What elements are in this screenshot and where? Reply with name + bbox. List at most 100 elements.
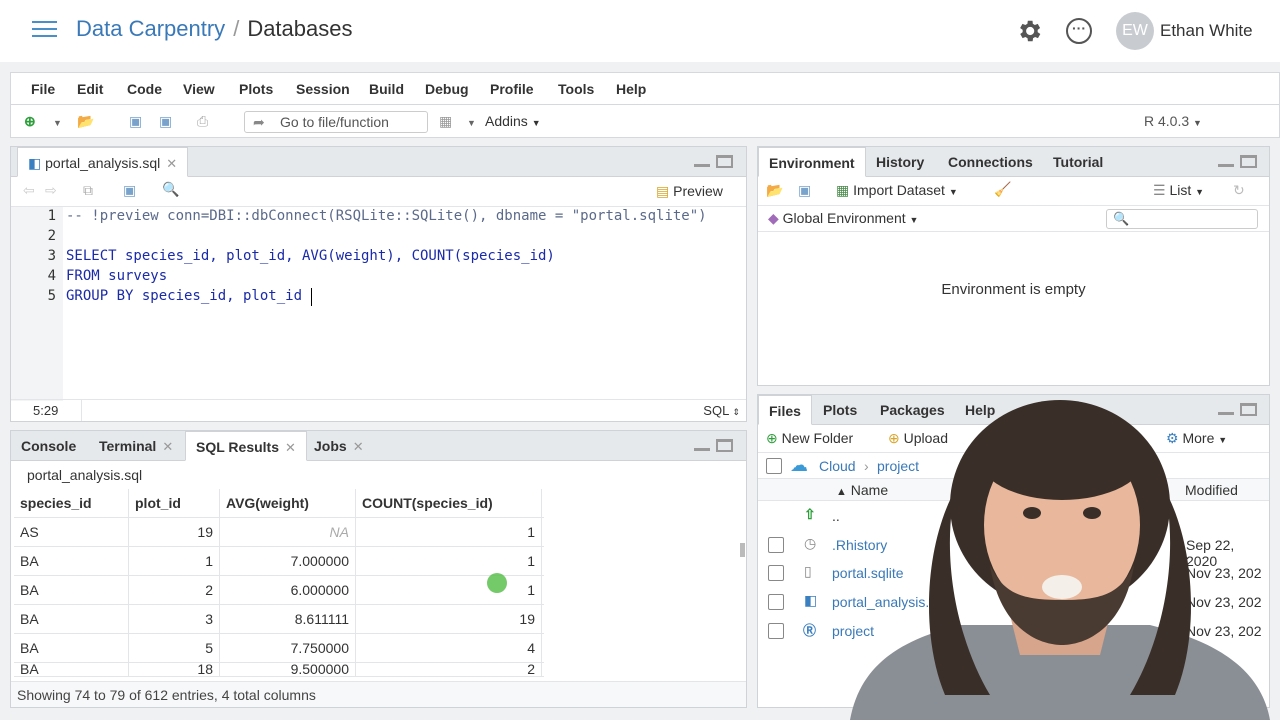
results-minmax-icon[interactable] bbox=[694, 439, 734, 453]
grid-layout-icon[interactable]: ▦ bbox=[439, 113, 452, 130]
r-version-selector[interactable]: R 4.0.3 ▼ bbox=[1144, 113, 1202, 129]
tab-sql-results[interactable]: SQL Results ✕ bbox=[185, 431, 307, 461]
print-icon[interactable]: ⎙ bbox=[197, 113, 208, 130]
tab-files[interactable]: Files bbox=[758, 395, 812, 425]
editor-tabstrip: ◧ portal_analysis.sql ✕ bbox=[11, 147, 746, 177]
menu-session[interactable]: Session bbox=[296, 81, 350, 97]
preview-button[interactable]: ▤ Preview bbox=[656, 183, 723, 200]
menu-debug[interactable]: Debug bbox=[425, 81, 469, 97]
table-cell: 3 bbox=[129, 605, 220, 634]
scrollbar-thumb[interactable] bbox=[740, 543, 745, 557]
editor-minmax-icon[interactable] bbox=[694, 155, 734, 169]
breadcrumb-separator: / bbox=[233, 16, 240, 41]
file-checkbox[interactable] bbox=[768, 623, 784, 639]
tab-history[interactable]: History bbox=[866, 147, 934, 177]
new-file-icon[interactable]: ⊕ bbox=[24, 113, 36, 130]
code-line: GROUP BY species_id, plot_id bbox=[66, 288, 303, 304]
save-icon[interactable]: ▣ bbox=[129, 113, 142, 130]
back-arrow-icon[interactable]: ⇦ bbox=[23, 182, 35, 199]
avatar[interactable]: EW bbox=[1116, 12, 1154, 50]
close-tab-icon[interactable]: ✕ bbox=[353, 439, 364, 454]
language-selector[interactable]: SQL ⇕ bbox=[703, 403, 740, 418]
breadcrumb-project[interactable]: Data Carpentry bbox=[76, 16, 225, 41]
menu-view[interactable]: View bbox=[183, 81, 215, 97]
environment-search-input[interactable]: 🔍 bbox=[1106, 209, 1258, 229]
results-pane: Console Terminal ✕ SQL Results ✕ Jobs ✕ por… bbox=[10, 430, 747, 708]
list-view-selector[interactable]: ☰ List ▼ bbox=[1153, 182, 1204, 199]
addins-button[interactable]: Addins ▼ bbox=[485, 113, 541, 129]
menu-profile[interactable]: Profile bbox=[490, 81, 534, 97]
user-name[interactable]: Ethan White bbox=[1160, 21, 1253, 41]
open-file-icon[interactable]: 📂 bbox=[77, 113, 94, 130]
show-in-window-icon[interactable]: ⧉ bbox=[83, 182, 93, 199]
tab-connections[interactable]: Connections bbox=[938, 147, 1043, 177]
close-tab-icon[interactable]: ✕ bbox=[162, 439, 173, 454]
table-icon: ▦ bbox=[836, 182, 850, 198]
settings-gear-icon[interactable] bbox=[1015, 17, 1043, 45]
table-cell: 4 bbox=[356, 634, 542, 663]
menu-help[interactable]: Help bbox=[616, 81, 646, 97]
parent-dir-link[interactable]: .. bbox=[832, 508, 840, 524]
breadcrumb-page: Databases bbox=[247, 16, 353, 41]
line-number: 5 bbox=[47, 288, 56, 304]
more-options-icon[interactable]: ··· bbox=[1066, 18, 1092, 44]
r-project-icon: Ⓡ bbox=[803, 623, 817, 638]
tab-jobs[interactable]: Jobs ✕ bbox=[304, 431, 374, 461]
import-dataset-button[interactable]: ▦ Import Dataset ▼ bbox=[836, 182, 958, 199]
tab-portal-analysis-sql[interactable]: ◧ portal_analysis.sql ✕ bbox=[17, 147, 189, 177]
menu-tools[interactable]: Tools bbox=[558, 81, 594, 97]
forward-arrow-icon[interactable]: ⇨ bbox=[45, 182, 57, 199]
table-cell: BA bbox=[14, 547, 129, 576]
column-header[interactable]: COUNT(species_id) bbox=[356, 489, 542, 518]
code-editor[interactable]: 1 -- !preview conn=DBI::dbConnect(RSQLit… bbox=[11, 207, 746, 401]
environment-icon: ◆ bbox=[768, 210, 779, 226]
cloud-icon: ☁ bbox=[790, 455, 808, 475]
close-tab-icon[interactable]: ✕ bbox=[285, 440, 296, 455]
results-scrollbar[interactable] bbox=[739, 521, 745, 677]
save-workspace-icon[interactable]: ▣ bbox=[798, 182, 811, 199]
arrow-right-icon: ➦ bbox=[253, 114, 265, 130]
broom-icon[interactable]: 🧹 bbox=[994, 181, 1011, 198]
menu-bar: File Edit Code View Plots Session Build … bbox=[10, 72, 1280, 104]
go-to-file-input[interactable]: ➦ Go to file/function bbox=[244, 111, 428, 133]
tab-terminal[interactable]: Terminal ✕ bbox=[89, 431, 183, 461]
save-all-icon[interactable]: ▣ bbox=[159, 113, 172, 130]
environment-minmax-icon[interactable] bbox=[1218, 155, 1258, 169]
code-line: FROM surveys bbox=[66, 268, 168, 284]
menu-code[interactable]: Code bbox=[127, 81, 162, 97]
search-icon[interactable]: 🔍 bbox=[162, 181, 179, 198]
tab-environment[interactable]: Environment bbox=[758, 147, 866, 177]
results-footer: Showing 74 to 79 of 612 entries, 4 total… bbox=[11, 681, 746, 707]
file-checkbox[interactable] bbox=[768, 537, 784, 553]
editor-save-icon[interactable]: ▣ bbox=[123, 182, 136, 199]
preview-icon: ▤ bbox=[656, 183, 670, 199]
select-all-checkbox[interactable] bbox=[766, 458, 782, 474]
close-tab-icon[interactable]: ✕ bbox=[166, 156, 177, 171]
table-cell: 19 bbox=[129, 518, 220, 547]
table-row: BA 1 7.000000 1 bbox=[14, 547, 544, 576]
table-cell: 18 bbox=[129, 663, 220, 676]
text-cursor bbox=[311, 288, 312, 306]
refresh-icon[interactable]: ↻ bbox=[1233, 182, 1245, 199]
load-workspace-icon[interactable]: 📂 bbox=[766, 182, 783, 199]
column-header[interactable]: AVG(weight) bbox=[220, 489, 356, 518]
menu-file[interactable]: File bbox=[31, 81, 55, 97]
search-icon: 🔍 bbox=[1113, 211, 1130, 226]
file-checkbox[interactable] bbox=[768, 565, 784, 581]
menu-plots[interactable]: Plots bbox=[239, 81, 273, 97]
click-indicator bbox=[487, 573, 507, 593]
table-cell: 2 bbox=[356, 663, 542, 676]
menu-build[interactable]: Build bbox=[369, 81, 404, 97]
column-header[interactable]: species_id bbox=[14, 489, 129, 518]
new-file-dropdown-icon[interactable]: ▼ bbox=[53, 118, 62, 128]
sql-file-icon: ◧ bbox=[28, 155, 42, 171]
menu-hamburger-icon[interactable] bbox=[32, 21, 57, 39]
tab-console[interactable]: Console bbox=[11, 431, 86, 461]
file-checkbox[interactable] bbox=[768, 594, 784, 610]
table-cell: BA bbox=[14, 634, 129, 663]
tab-tutorial[interactable]: Tutorial bbox=[1043, 147, 1113, 177]
column-header[interactable]: plot_id bbox=[129, 489, 220, 518]
menu-edit[interactable]: Edit bbox=[77, 81, 103, 97]
global-environment-selector[interactable]: ◆ Global Environment ▼ bbox=[768, 210, 918, 227]
layout-dropdown-icon[interactable]: ▼ bbox=[467, 118, 476, 128]
